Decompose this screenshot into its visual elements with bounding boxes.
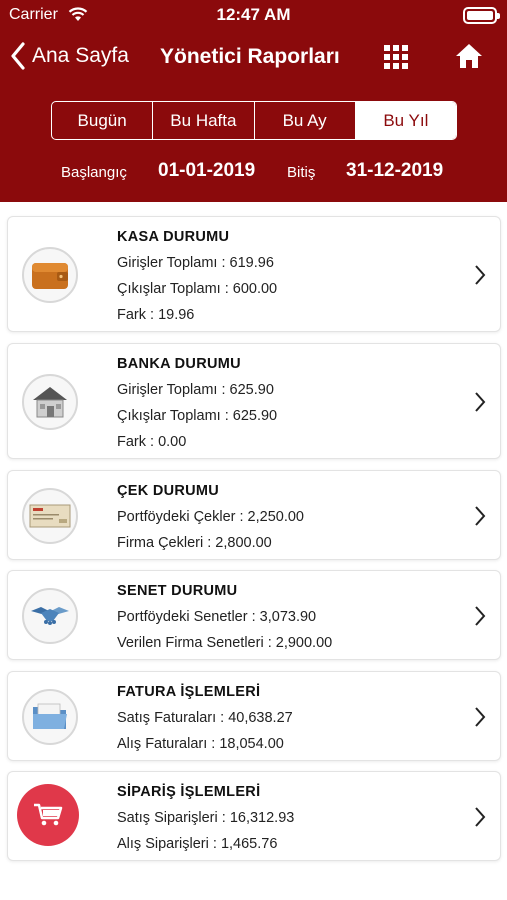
report-line: Portföydeki Çekler : 2,250.00 bbox=[117, 509, 304, 525]
home-icon bbox=[456, 44, 482, 68]
battery-icon bbox=[463, 7, 500, 24]
start-date-value[interactable]: 01-01-2019 bbox=[158, 160, 255, 182]
status-bar: Carrier 12:47 AM bbox=[0, 0, 507, 32]
report-title: BANKA DURUMU bbox=[117, 356, 241, 372]
folder-icon bbox=[22, 689, 78, 745]
report-line: Satış Siparişleri : 16,312.93 bbox=[117, 810, 295, 826]
grid-icon bbox=[384, 45, 408, 69]
period-segmented-control: Bugün Bu Hafta Bu Ay Bu Yıl bbox=[51, 101, 457, 140]
shopping-cart-icon bbox=[17, 784, 79, 846]
report-card-checks[interactable]: ÇEK DURUMU Portföydeki Çekler : 2,250.00… bbox=[7, 470, 501, 560]
report-title: KASA DURUMU bbox=[117, 229, 230, 245]
status-time: 12:47 AM bbox=[216, 5, 291, 24]
chevron-right-icon bbox=[475, 265, 486, 285]
report-line: Fark : 19.96 bbox=[117, 307, 195, 323]
report-title: ÇEK DURUMU bbox=[117, 483, 220, 499]
report-line: Fark : 0.00 bbox=[117, 434, 187, 450]
wallet-icon bbox=[22, 247, 78, 303]
navigation-bar: Ana Sayfa Yönetici Raporları bbox=[0, 36, 507, 82]
page-title: Yönetici Raporları bbox=[160, 45, 340, 68]
segment-this-month[interactable]: Bu Ay bbox=[255, 102, 356, 139]
date-range: Başlangıç 01-01-2019 Bitiş 31-12-2019 bbox=[0, 160, 507, 184]
report-title: SİPARİŞ İŞLEMLERİ bbox=[117, 784, 261, 800]
app-header: Carrier 12:47 AM Ana Sayfa Yönetici Rapo… bbox=[0, 0, 507, 202]
report-line: Çıkışlar Toplamı : 600.00 bbox=[117, 281, 278, 297]
report-card-notes[interactable]: SENET DURUMU Portföydeki Senetler : 3,07… bbox=[7, 570, 501, 660]
home-button[interactable] bbox=[455, 43, 483, 74]
report-line: Satış Faturaları : 40,638.27 bbox=[117, 710, 293, 726]
report-line: Alış Faturaları : 18,054.00 bbox=[117, 736, 284, 752]
end-date-label: Bitiş bbox=[287, 164, 316, 181]
chevron-right-icon bbox=[475, 506, 486, 526]
grid-menu-button[interactable] bbox=[384, 45, 408, 74]
chevron-left-icon bbox=[11, 42, 25, 70]
chevron-right-icon bbox=[475, 606, 486, 626]
report-line: Çıkışlar Toplamı : 625.90 bbox=[117, 408, 278, 424]
bank-building-icon bbox=[22, 374, 78, 430]
report-title: SENET DURUMU bbox=[117, 583, 238, 599]
handshake-icon bbox=[22, 588, 78, 644]
back-label: Ana Sayfa bbox=[32, 44, 129, 67]
segment-this-year[interactable]: Bu Yıl bbox=[355, 102, 456, 139]
report-title: FATURA İŞLEMLERİ bbox=[117, 684, 261, 700]
report-line: Portföydeki Senetler : 3,073.90 bbox=[117, 609, 317, 625]
report-line: Firma Çekleri : 2,800.00 bbox=[117, 535, 272, 551]
chevron-right-icon bbox=[475, 392, 486, 412]
back-button[interactable]: Ana Sayfa bbox=[10, 42, 129, 70]
check-icon bbox=[22, 488, 78, 544]
report-line: Girişler Toplamı : 625.90 bbox=[117, 382, 274, 398]
end-date-value[interactable]: 31-12-2019 bbox=[346, 160, 443, 182]
report-card-cash[interactable]: KASA DURUMU Girişler Toplamı : 619.96 Çı… bbox=[7, 216, 501, 332]
report-line: Girişler Toplamı : 619.96 bbox=[117, 255, 274, 271]
segment-today[interactable]: Bugün bbox=[52, 102, 154, 139]
chevron-right-icon bbox=[475, 707, 486, 727]
report-card-invoices[interactable]: FATURA İŞLEMLERİ Satış Faturaları : 40,6… bbox=[7, 671, 501, 761]
report-line: Alış Siparişleri : 1,465.76 bbox=[117, 836, 278, 852]
start-date-label: Başlangıç bbox=[61, 164, 127, 181]
report-line: Verilen Firma Senetleri : 2,900.00 bbox=[117, 635, 333, 651]
segment-this-week[interactable]: Bu Hafta bbox=[153, 102, 255, 139]
chevron-right-icon bbox=[475, 807, 486, 827]
report-card-orders[interactable]: SİPARİŞ İŞLEMLERİ Satış Siparişleri : 16… bbox=[7, 771, 501, 861]
report-card-bank[interactable]: BANKA DURUMU Girişler Toplamı : 625.90 Ç… bbox=[7, 343, 501, 459]
